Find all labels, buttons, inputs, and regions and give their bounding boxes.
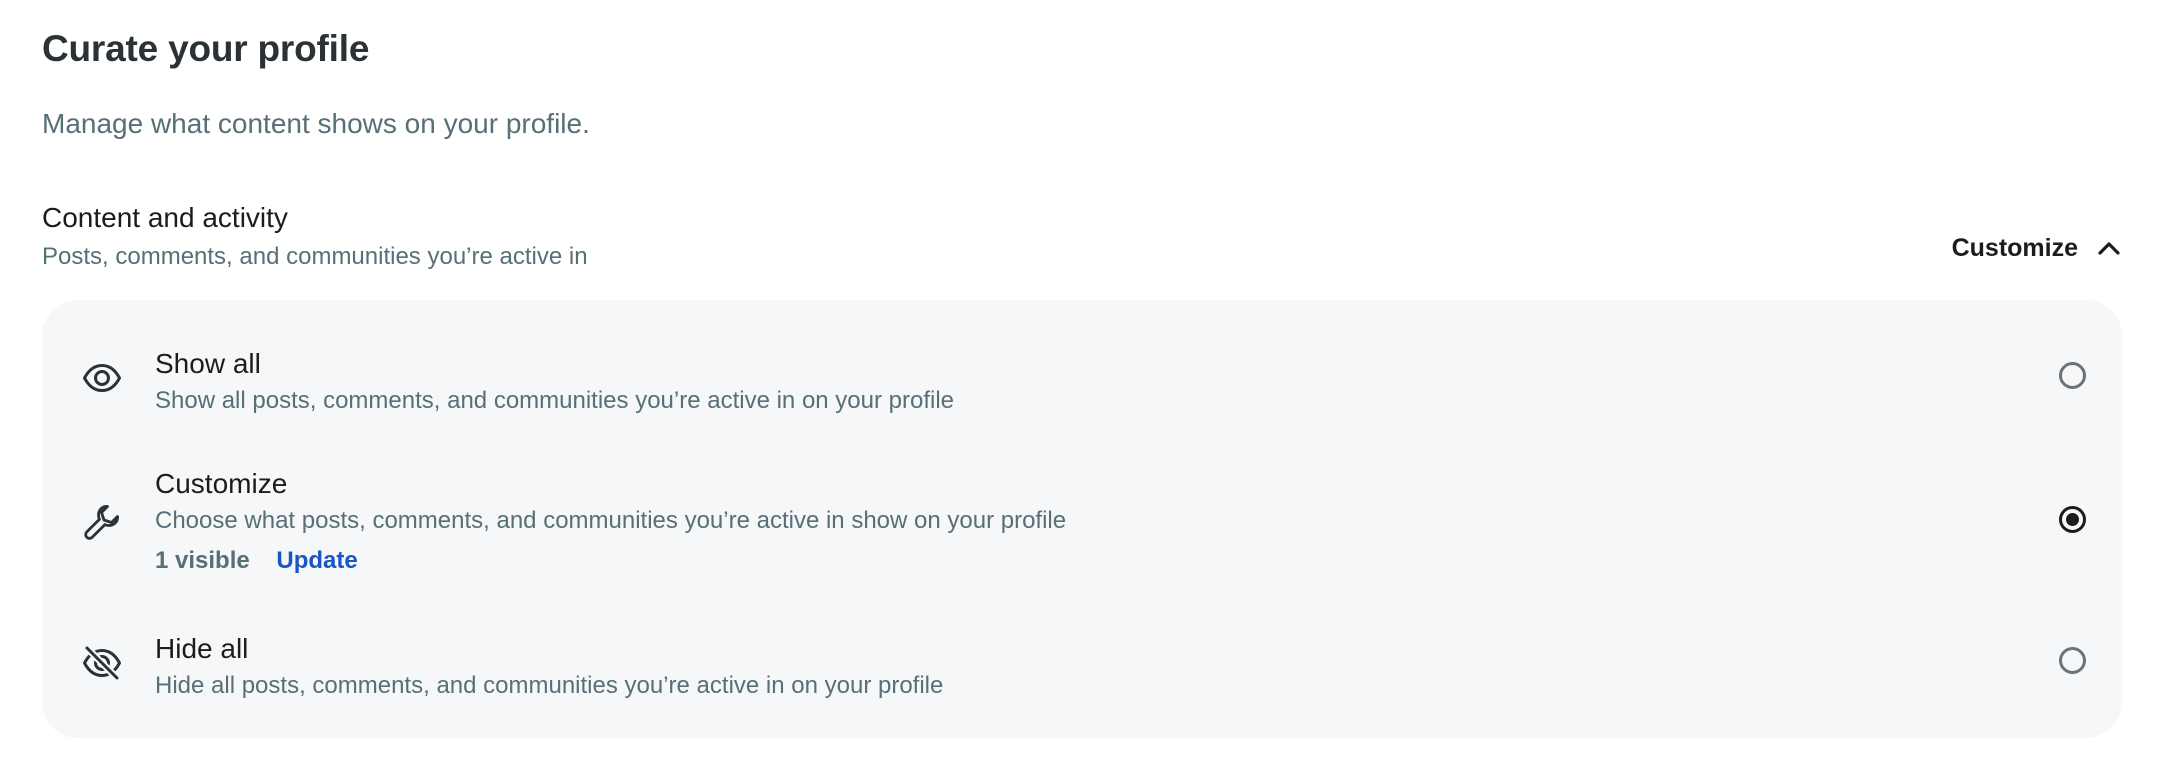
- option-title: Customize: [155, 468, 288, 499]
- visibility-options-panel: Show all Show all posts, comments, and c…: [42, 300, 2122, 738]
- content-activity-header: Content and activity Posts, comments, an…: [42, 202, 2122, 282]
- customize-meta: 1 visible Update: [155, 547, 358, 575]
- eye-icon: [80, 356, 124, 400]
- chevron-up-icon: [2096, 235, 2122, 261]
- visible-count: 1 visible: [155, 547, 250, 574]
- section-title: Content and activity: [42, 202, 288, 233]
- section-description: Posts, comments, and communities you’re …: [42, 243, 588, 270]
- option-customize[interactable]: Customize Choose what posts, comments, a…: [42, 468, 2122, 588]
- option-description: Show all posts, comments, and communitie…: [155, 387, 955, 414]
- update-link[interactable]: Update: [276, 547, 357, 574]
- eye-off-icon: [80, 641, 124, 685]
- option-hide-all[interactable]: Hide all Hide all posts, comments, and c…: [42, 633, 2122, 713]
- customize-radio[interactable]: [2059, 506, 2086, 533]
- show-all-radio[interactable]: [2059, 362, 2086, 389]
- wrench-icon: [80, 500, 124, 544]
- option-show-all[interactable]: Show all Show all posts, comments, and c…: [42, 348, 2122, 428]
- option-description: Hide all posts, comments, and communitie…: [155, 672, 944, 699]
- page-title: Curate your profile: [42, 28, 370, 69]
- hide-all-radio[interactable]: [2059, 647, 2086, 674]
- option-title: Show all: [155, 348, 261, 379]
- customize-toggle-button[interactable]: Customize: [1952, 230, 2122, 266]
- option-description: Choose what posts, comments, and communi…: [155, 507, 1067, 534]
- option-title: Hide all: [155, 633, 249, 664]
- customize-toggle-label: Customize: [1951, 233, 2078, 262]
- page-subtitle: Manage what content shows on your profil…: [42, 108, 590, 139]
